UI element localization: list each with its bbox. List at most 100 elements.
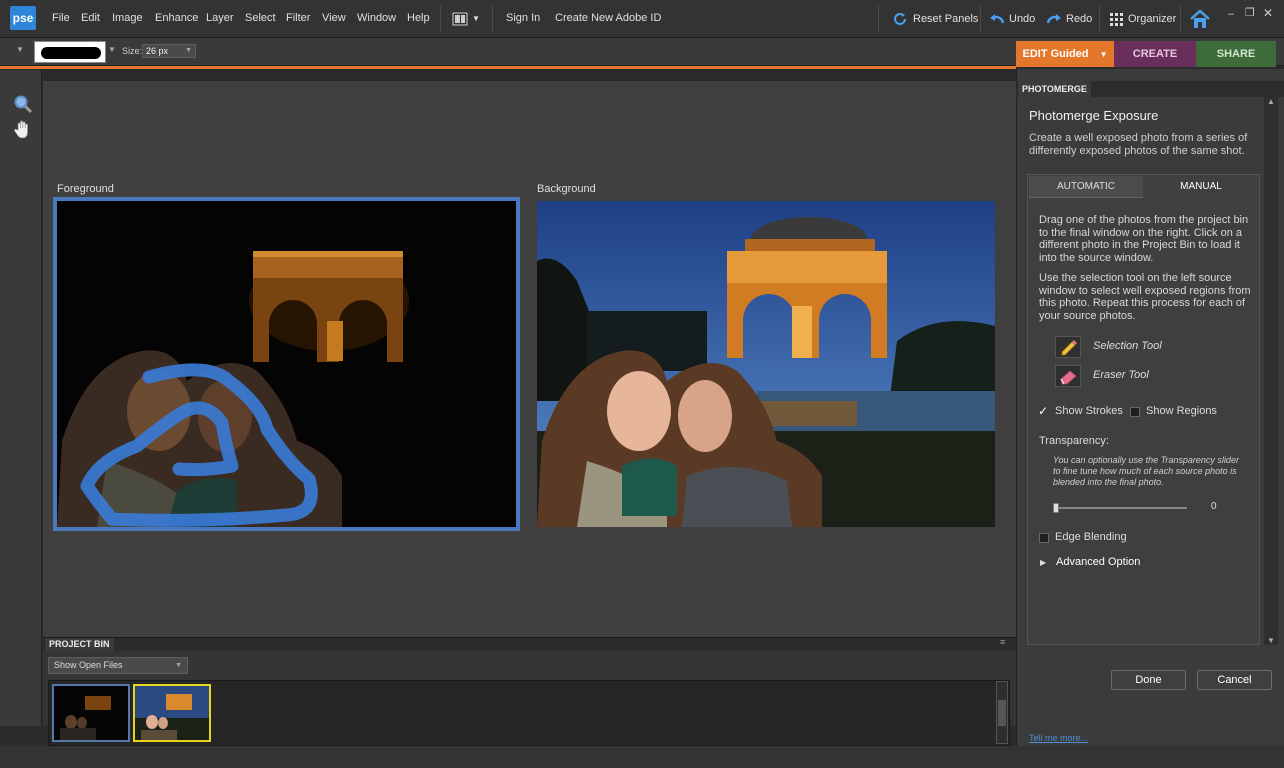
disclosure-triangle-icon[interactable]: ▶ xyxy=(1040,558,1046,567)
scroll-down-icon[interactable]: ▼ xyxy=(1267,636,1275,645)
home-button[interactable] xyxy=(1188,8,1212,30)
menu-file[interactable]: File xyxy=(52,12,70,24)
bin-thumbnail-foreground[interactable] xyxy=(52,684,130,742)
transparency-slider[interactable] xyxy=(1053,507,1187,509)
eraser-icon xyxy=(1060,370,1077,385)
show-regions-checkbox[interactable] xyxy=(1130,407,1140,417)
organizer-button[interactable]: Organizer xyxy=(1108,8,1176,30)
menu-view[interactable]: View xyxy=(322,12,346,24)
bin-show-dropdown[interactable]: Show Open Files ▼ xyxy=(48,657,188,674)
tab-photomerge[interactable]: PHOTOMERGE xyxy=(1018,81,1091,97)
show-strokes-label: Show Strokes xyxy=(1055,405,1123,417)
layout-button[interactable]: ▼ xyxy=(452,8,480,30)
hand-icon xyxy=(14,120,28,139)
tell-me-more-link[interactable]: Tell me more... xyxy=(1029,733,1088,743)
menu-window[interactable]: Window xyxy=(357,12,396,24)
tab-edit-label: EDIT Guided xyxy=(1022,48,1089,60)
project-bin-title: PROJECT BIN xyxy=(45,638,114,651)
bin-menu-icon[interactable]: ≡ xyxy=(1000,637,1005,647)
project-bin-header xyxy=(43,637,1016,651)
tool-preset-chevron-icon[interactable]: ▼ xyxy=(16,45,24,54)
size-chevron-icon: ▼ xyxy=(185,47,192,54)
scroll-up-icon[interactable]: ▲ xyxy=(1267,97,1275,106)
close-icon[interactable]: ✕ xyxy=(1263,6,1273,20)
eraser-tool-button[interactable] xyxy=(1055,365,1081,387)
advanced-option-toggle[interactable]: Advanced Option xyxy=(1056,556,1140,568)
menu-separator xyxy=(878,6,879,32)
show-strokes-checkbox[interactable]: ✓ xyxy=(1038,404,1048,418)
menu-filter[interactable]: Filter xyxy=(286,12,310,24)
menu-help[interactable]: Help xyxy=(407,12,430,24)
menu-separator xyxy=(492,6,493,32)
redo-icon xyxy=(1046,14,1061,24)
background-image[interactable] xyxy=(537,201,995,527)
grid-icon xyxy=(1110,13,1123,26)
tab-automatic[interactable]: AUTOMATIC xyxy=(1029,176,1143,198)
foreground-image[interactable] xyxy=(53,197,520,531)
brush-stroke-preview xyxy=(41,47,101,59)
thumbnail-image xyxy=(135,686,209,740)
minimize-icon[interactable]: – xyxy=(1228,8,1234,20)
transparency-value: 0 xyxy=(1211,501,1217,512)
hand-tool[interactable] xyxy=(12,119,34,139)
tab-manual[interactable]: MANUAL xyxy=(1143,176,1259,198)
edge-blending-checkbox[interactable] xyxy=(1039,533,1049,543)
app-logo: pse xyxy=(10,6,36,30)
size-field[interactable]: 26 px ▼ xyxy=(142,44,196,58)
zoom-tool[interactable] xyxy=(12,94,34,114)
manual-instructions-1: Drag one of the photos from the project … xyxy=(1039,214,1249,264)
home-icon xyxy=(1190,9,1210,28)
layout-icon xyxy=(452,12,468,26)
bin-thumbnail-background[interactable] xyxy=(133,684,211,742)
thumbnail-image xyxy=(54,686,128,740)
tab-edit-guided[interactable]: EDIT Guided ▼ xyxy=(1016,41,1114,67)
restore-icon[interactable]: ❐ xyxy=(1245,6,1255,19)
menu-separator xyxy=(980,6,981,32)
menu-image[interactable]: Image xyxy=(112,12,143,24)
tab-share[interactable]: SHARE xyxy=(1196,41,1276,67)
cancel-button[interactable]: Cancel xyxy=(1197,670,1272,690)
reset-icon xyxy=(894,13,906,25)
menu-enhance[interactable]: Enhance xyxy=(155,12,198,24)
sign-in-link[interactable]: Sign In xyxy=(506,12,540,24)
tools-panel xyxy=(0,70,42,726)
panel-title: Photomerge Exposure xyxy=(1029,108,1159,123)
chevron-down-icon: ▼ xyxy=(472,14,480,23)
create-adobe-id-link[interactable]: Create New Adobe ID xyxy=(555,12,661,24)
organizer-label: Organizer xyxy=(1128,13,1177,25)
menu-layer[interactable]: Layer xyxy=(206,12,234,24)
menu-separator xyxy=(440,6,441,32)
tab-create[interactable]: CREATE xyxy=(1114,41,1196,67)
bin-scroll-thumb[interactable] xyxy=(998,700,1006,726)
undo-icon xyxy=(990,14,1005,24)
reset-panels-button[interactable]: Reset Panels xyxy=(893,8,978,30)
manual-instructions-2: Use the selection tool on the left sourc… xyxy=(1039,272,1251,322)
selection-tool-label: Selection Tool xyxy=(1093,340,1162,352)
transparency-slider-thumb[interactable] xyxy=(1053,503,1059,513)
redo-button[interactable]: Redo xyxy=(1046,8,1092,30)
show-regions-label: Show Regions xyxy=(1146,405,1217,417)
menu-separator xyxy=(1180,6,1181,32)
size-value: 26 px xyxy=(146,46,169,56)
panel-scrollbar[interactable]: ▲ ▼ xyxy=(1264,97,1278,645)
transparency-hint: You can optionally use the Transparency … xyxy=(1053,455,1239,487)
edge-blending-label: Edge Blending xyxy=(1055,531,1127,543)
brush-preview[interactable] xyxy=(34,41,106,63)
pencil-icon xyxy=(1061,340,1077,356)
selection-tool-button[interactable] xyxy=(1055,336,1081,358)
done-button[interactable]: Done xyxy=(1111,670,1186,690)
brush-picker-chevron-icon[interactable]: ▼ xyxy=(108,45,116,54)
bin-scrollbar[interactable] xyxy=(996,681,1008,744)
foreground-photo xyxy=(57,201,516,527)
reset-panels-label: Reset Panels xyxy=(913,13,979,25)
menu-edit[interactable]: Edit xyxy=(81,12,100,24)
chevron-down-icon: ▼ xyxy=(1099,50,1108,59)
undo-button[interactable]: Undo xyxy=(989,8,1035,30)
redo-label: Redo xyxy=(1066,13,1093,25)
menu-select[interactable]: Select xyxy=(245,12,276,24)
size-label: Size: xyxy=(122,46,143,56)
panel-collapse-strip xyxy=(0,69,1016,81)
status-bar xyxy=(0,746,1284,768)
magnifier-icon xyxy=(14,95,33,114)
menu-separator xyxy=(1099,6,1100,32)
